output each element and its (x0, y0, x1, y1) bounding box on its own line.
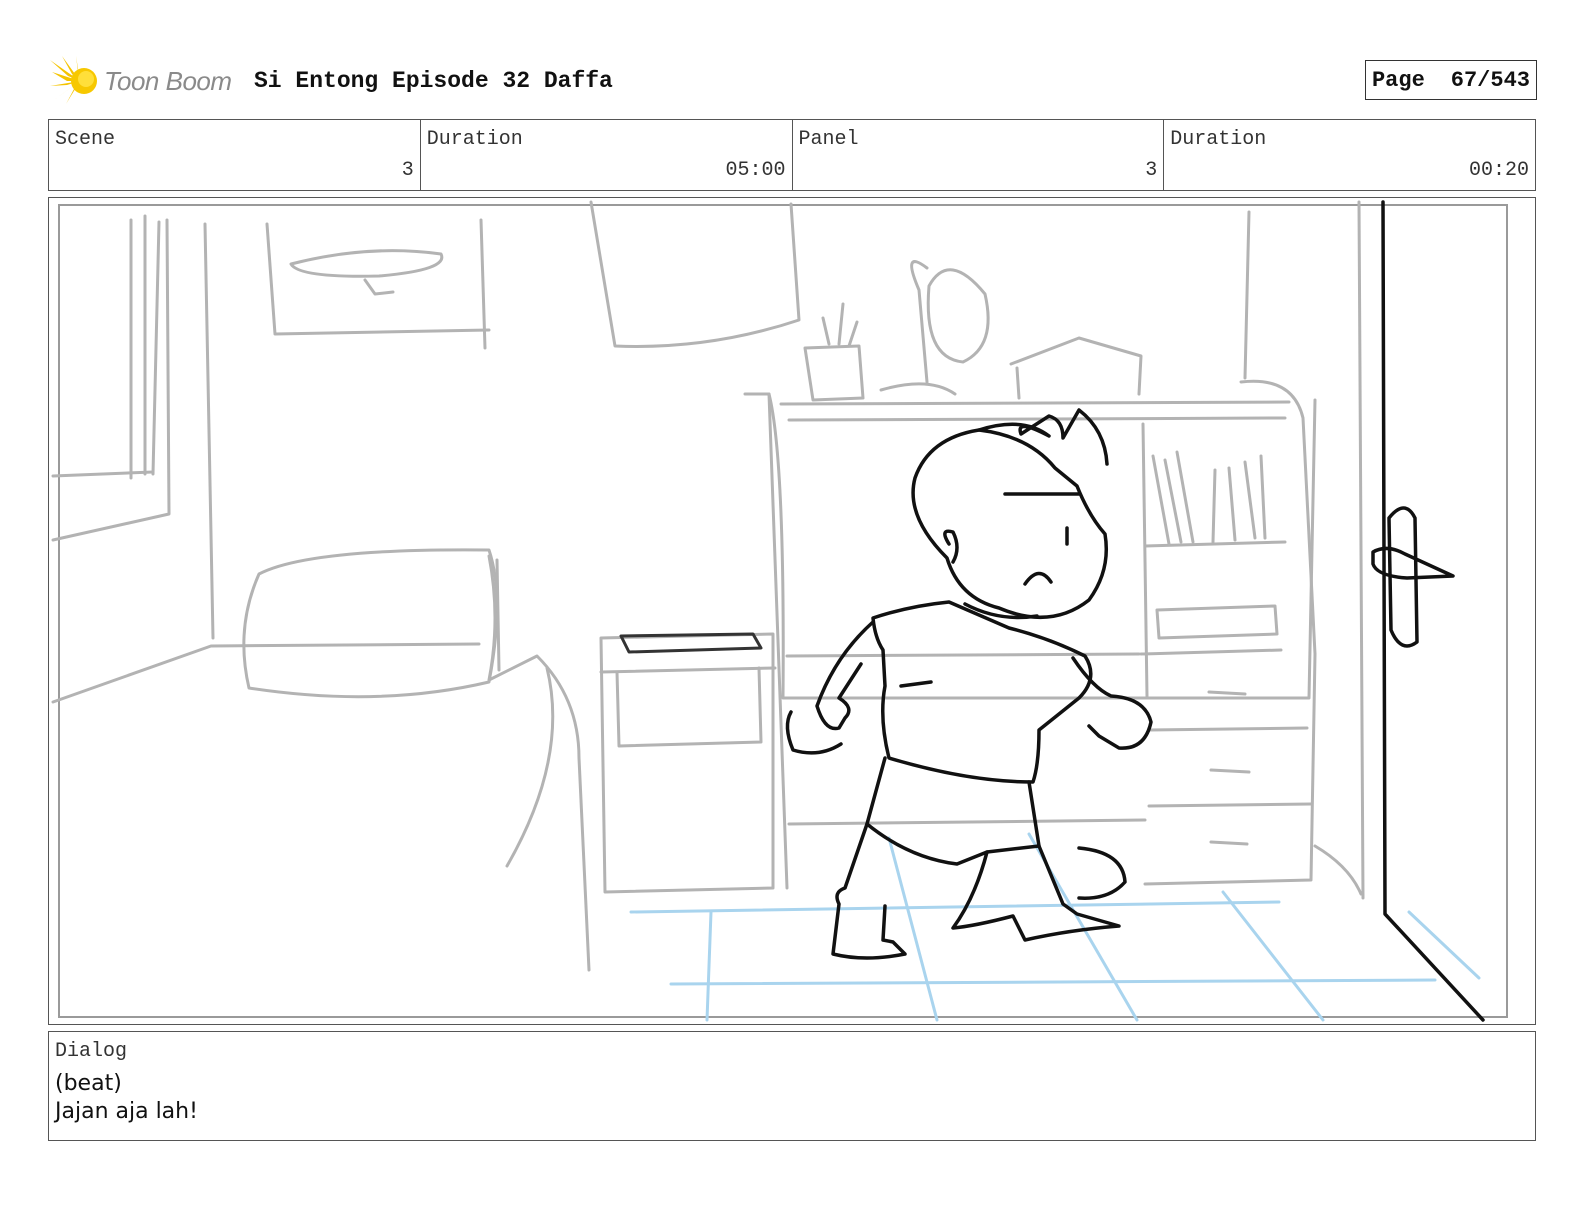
scene-duration-cell: Duration 05:00 (421, 120, 793, 190)
storyboard-sketch (51, 200, 1508, 1022)
dialog-box: Dialog (beat) Jajan aja lah! (48, 1031, 1536, 1141)
starburst-icon (50, 56, 97, 104)
panel-value: 3 (1145, 159, 1158, 182)
page-label: Page (1371, 67, 1425, 93)
page-indicator: Page 67/543 (1364, 60, 1537, 100)
scene-cell: Scene 3 (49, 120, 421, 190)
toon-boom-logo: Toon Boom (50, 56, 240, 106)
dialog-label: Dialog (55, 1040, 128, 1063)
project-title: Si Entong Episode 32 Daffa (254, 68, 613, 94)
panel-info-row: Scene 3 Duration 05:00 Panel 3 Duration … (48, 119, 1536, 191)
floor-grid (629, 832, 1481, 1022)
panel-duration-value: 00:20 (1468, 159, 1529, 182)
panel-duration-label: Duration (1170, 128, 1267, 151)
room-background-sketch (51, 200, 1365, 972)
dialog-line: Jajan aja lah! (55, 1099, 198, 1124)
storyboard-panel (48, 197, 1536, 1025)
door-sketch (1371, 200, 1485, 1022)
dialog-line: (beat) (55, 1071, 122, 1096)
scene-duration-label: Duration (426, 128, 523, 151)
page-header: Toon Boom Si Entong Episode 32 Daffa Pag… (50, 52, 1537, 108)
panel-cell: Panel 3 (793, 120, 1165, 190)
page-number: 67/543 (1450, 67, 1530, 93)
scene-value: 3 (401, 159, 414, 182)
dialog-text: (beat) Jajan aja lah! (55, 1070, 198, 1126)
logo-text: Toon Boom (104, 66, 232, 96)
scene-duration-value: 05:00 (725, 159, 786, 182)
panel-duration-cell: Duration 00:20 (1164, 120, 1535, 190)
scene-label: Scene (55, 128, 116, 151)
boy-character-sketch (785, 408, 1153, 960)
panel-label: Panel (798, 128, 859, 151)
